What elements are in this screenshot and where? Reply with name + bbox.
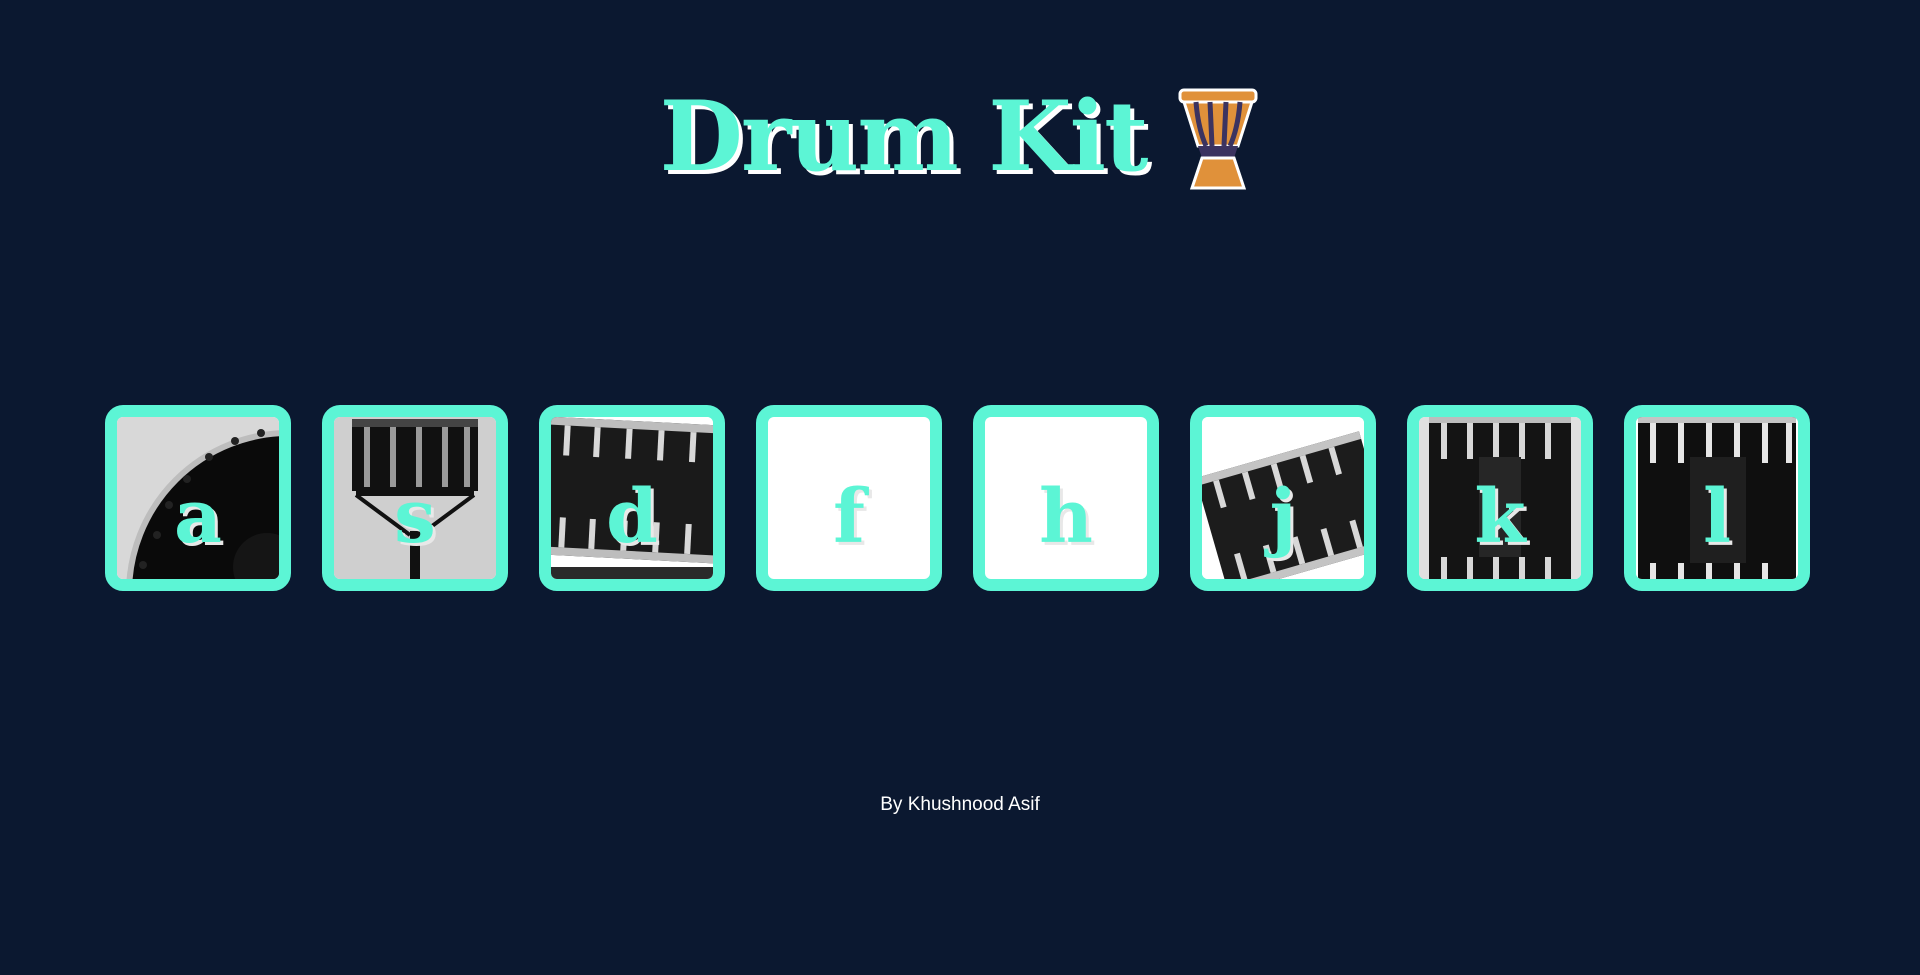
drum-key-label: d (606, 474, 658, 560)
drum-pad-l[interactable]: l (1624, 405, 1810, 591)
drum-pad-a[interactable]: a (105, 405, 291, 591)
djembe-drum-icon (1178, 88, 1258, 190)
drum-key-label: f (833, 474, 865, 560)
drum-key-label: s (394, 474, 436, 560)
drum-pad-j[interactable]: j (1190, 405, 1376, 591)
drum-pad-f[interactable]: f (756, 405, 942, 591)
drum-pad-row: a s d f h j k l (105, 405, 1815, 591)
footer-credit: By Khushnood Asif (880, 794, 1040, 815)
drum-key-label: h (1039, 474, 1093, 560)
drum-key-label: a (174, 474, 222, 560)
drum-pad-h[interactable]: h (973, 405, 1159, 591)
drum-pad-s[interactable]: s (322, 405, 508, 591)
drum-pad-k[interactable]: k (1407, 405, 1593, 591)
title-wrap: Drum Kit (0, 82, 1920, 192)
page-title: Drum Kit (659, 80, 1149, 193)
drum-key-label: j (1269, 474, 1297, 560)
drum-key-label: k (1474, 474, 1526, 560)
drum-key-label: l (1702, 474, 1732, 560)
drum-pad-d[interactable]: d (539, 405, 725, 591)
